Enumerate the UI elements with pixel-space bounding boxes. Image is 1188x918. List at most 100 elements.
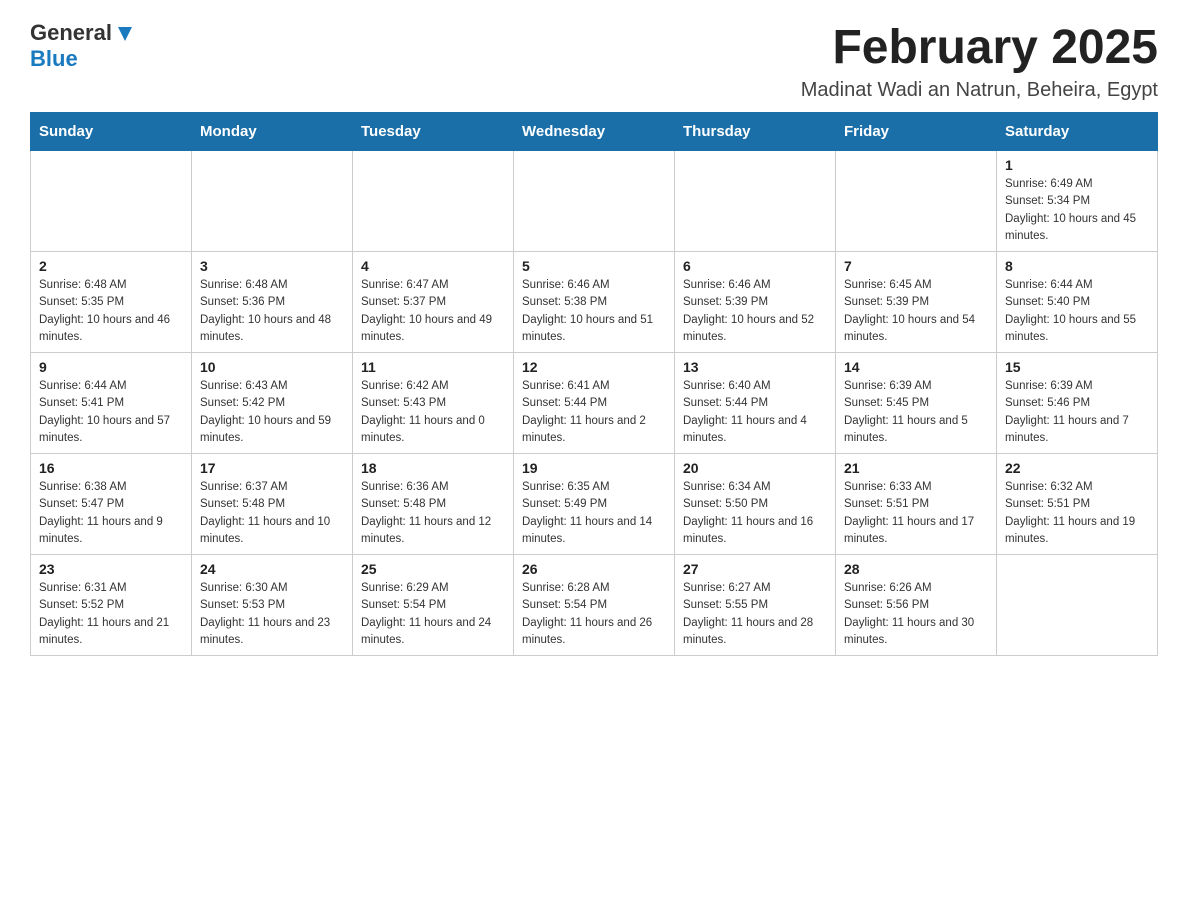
calendar-cell: 8Sunrise: 6:44 AMSunset: 5:40 PMDaylight…: [997, 252, 1158, 353]
day-number: 23: [39, 561, 183, 577]
header-day-monday: Monday: [192, 113, 353, 151]
day-number: 15: [1005, 359, 1149, 375]
day-info: Sunrise: 6:46 AMSunset: 5:38 PMDaylight:…: [522, 277, 666, 346]
calendar-cell: [675, 151, 836, 252]
calendar-cell: 16 Sunrise: 6:38 AMSunset: 5:47 PMDayligh…: [31, 454, 192, 555]
calendar-cell: 5 Sunrise: 6:46 AMSunset: 5:38 PMDaylight…: [514, 252, 675, 353]
calendar-cell: 12Sunrise: 6:41 AMSunset: 5:44 PMDayligh…: [514, 353, 675, 454]
calendar-cell: 9Sunrise: 6:44 AMSunset: 5:41 PMDaylight…: [31, 353, 192, 454]
day-info: Sunrise: 6:30 AMSunset: 5:53 PMDaylight:…: [200, 580, 344, 649]
day-number: 11: [361, 359, 505, 375]
page-header: General Blue February 2025 Madinat Wadi …: [30, 20, 1158, 102]
day-info: Sunrise: 6:48 AMSunset: 5:35 PMDaylight:…: [39, 277, 183, 346]
day-number: 22: [1005, 460, 1149, 476]
day-info: Sunrise: 6:47 AMSunset: 5:37 PMDaylight:…: [361, 277, 505, 346]
calendar-cell: 6Sunrise: 6:46 AMSunset: 5:39 PMDaylight…: [675, 252, 836, 353]
header-day-wednesday: Wednesday: [514, 113, 675, 151]
day-info: Sunrise: 6:45 AMSunset: 5:39 PMDaylight:…: [844, 277, 988, 346]
calendar-cell: 1 Sunrise: 6:49 AMSunset: 5:34 PMDaylight…: [997, 151, 1158, 252]
calendar-cell: 11 Sunrise: 6:42 AMSunset: 5:43 PMDayligh…: [353, 353, 514, 454]
calendar-header: SundayMondayTuesdayWednesdayThursdayFrid…: [31, 113, 1158, 151]
day-info: Sunrise: 6:42 AMSunset: 5:43 PMDaylight:…: [361, 378, 505, 447]
week-row-4: 16 Sunrise: 6:38 AMSunset: 5:47 PMDayligh…: [31, 454, 1158, 555]
header-day-tuesday: Tuesday: [353, 113, 514, 151]
day-number: 27: [683, 561, 827, 577]
day-info: Sunrise: 6:40 AMSunset: 5:44 PMDaylight:…: [683, 378, 827, 447]
calendar-cell: [31, 151, 192, 252]
day-info: Sunrise: 6:31 AMSunset: 5:52 PMDaylight:…: [39, 580, 183, 649]
day-number: 13: [683, 359, 827, 375]
calendar-cell: 24Sunrise: 6:30 AMSunset: 5:53 PMDayligh…: [192, 555, 353, 656]
day-info: Sunrise: 6:33 AMSunset: 5:51 PMDaylight:…: [844, 479, 988, 548]
day-info: Sunrise: 6:26 AMSunset: 5:56 PMDaylight:…: [844, 580, 988, 649]
day-number: 21: [844, 460, 988, 476]
calendar-table: SundayMondayTuesdayWednesdayThursdayFrid…: [30, 112, 1158, 656]
day-info: Sunrise: 6:34 AMSunset: 5:50 PMDaylight:…: [683, 479, 827, 548]
calendar-cell: 15 Sunrise: 6:39 AMSunset: 5:46 PMDayligh…: [997, 353, 1158, 454]
day-number: 5: [522, 258, 666, 274]
day-info: Sunrise: 6:28 AMSunset: 5:54 PMDaylight:…: [522, 580, 666, 649]
logo-blue-text: Blue: [30, 46, 78, 71]
day-number: 4: [361, 258, 505, 274]
day-number: 20: [683, 460, 827, 476]
header-row: SundayMondayTuesdayWednesdayThursdayFrid…: [31, 113, 1158, 151]
day-info: Sunrise: 6:38 AMSunset: 5:47 PMDaylight:…: [39, 479, 183, 548]
calendar-cell: 22 Sunrise: 6:32 AMSunset: 5:51 PMDayligh…: [997, 454, 1158, 555]
day-number: 17: [200, 460, 344, 476]
day-number: 2: [39, 258, 183, 274]
calendar-cell: [514, 151, 675, 252]
calendar-cell: 21 Sunrise: 6:33 AMSunset: 5:51 PMDayligh…: [836, 454, 997, 555]
day-info: Sunrise: 6:36 AMSunset: 5:48 PMDaylight:…: [361, 479, 505, 548]
day-info: Sunrise: 6:49 AMSunset: 5:34 PMDaylight:…: [1005, 176, 1149, 245]
day-info: Sunrise: 6:43 AMSunset: 5:42 PMDaylight:…: [200, 378, 344, 447]
calendar-cell: 14Sunrise: 6:39 AMSunset: 5:45 PMDayligh…: [836, 353, 997, 454]
day-number: 19: [522, 460, 666, 476]
header-day-saturday: Saturday: [997, 113, 1158, 151]
title-section: February 2025 Madinat Wadi an Natrun, Be…: [801, 20, 1158, 102]
calendar-cell: 27 Sunrise: 6:27 AMSunset: 5:55 PMDayligh…: [675, 555, 836, 656]
calendar-cell: 26 Sunrise: 6:28 AMSunset: 5:54 PMDayligh…: [514, 555, 675, 656]
month-title: February 2025: [801, 20, 1158, 75]
day-number: 25: [361, 561, 505, 577]
day-info: Sunrise: 6:39 AMSunset: 5:46 PMDaylight:…: [1005, 378, 1149, 447]
calendar-cell: 3Sunrise: 6:48 AMSunset: 5:36 PMDaylight…: [192, 252, 353, 353]
header-day-thursday: Thursday: [675, 113, 836, 151]
day-number: 26: [522, 561, 666, 577]
day-number: 10: [200, 359, 344, 375]
calendar-cell: [997, 555, 1158, 656]
calendar-cell: 7Sunrise: 6:45 AMSunset: 5:39 PMDaylight…: [836, 252, 997, 353]
day-number: 1: [1005, 157, 1149, 173]
logo-general-text: General: [30, 20, 112, 46]
day-info: Sunrise: 6:27 AMSunset: 5:55 PMDaylight:…: [683, 580, 827, 649]
calendar-cell: 18 Sunrise: 6:36 AMSunset: 5:48 PMDayligh…: [353, 454, 514, 555]
day-number: 14: [844, 359, 988, 375]
calendar-cell: 13 Sunrise: 6:40 AMSunset: 5:44 PMDayligh…: [675, 353, 836, 454]
day-info: Sunrise: 6:44 AMSunset: 5:40 PMDaylight:…: [1005, 277, 1149, 346]
day-info: Sunrise: 6:32 AMSunset: 5:51 PMDaylight:…: [1005, 479, 1149, 548]
day-info: Sunrise: 6:41 AMSunset: 5:44 PMDaylight:…: [522, 378, 666, 447]
header-day-friday: Friday: [836, 113, 997, 151]
calendar-cell: [353, 151, 514, 252]
day-info: Sunrise: 6:48 AMSunset: 5:36 PMDaylight:…: [200, 277, 344, 346]
calendar-cell: 28 Sunrise: 6:26 AMSunset: 5:56 PMDayligh…: [836, 555, 997, 656]
day-info: Sunrise: 6:35 AMSunset: 5:49 PMDaylight:…: [522, 479, 666, 548]
calendar-cell: 19 Sunrise: 6:35 AMSunset: 5:49 PMDayligh…: [514, 454, 675, 555]
day-number: 28: [844, 561, 988, 577]
day-info: Sunrise: 6:37 AMSunset: 5:48 PMDaylight:…: [200, 479, 344, 548]
day-number: 18: [361, 460, 505, 476]
calendar-cell: 25 Sunrise: 6:29 AMSunset: 5:54 PMDayligh…: [353, 555, 514, 656]
day-number: 16: [39, 460, 183, 476]
calendar-cell: 20 Sunrise: 6:34 AMSunset: 5:50 PMDayligh…: [675, 454, 836, 555]
week-row-1: 1 Sunrise: 6:49 AMSunset: 5:34 PMDaylight…: [31, 151, 1158, 252]
day-number: 9: [39, 359, 183, 375]
week-row-5: 23 Sunrise: 6:31 AMSunset: 5:52 PMDayligh…: [31, 555, 1158, 656]
calendar-cell: 4 Sunrise: 6:47 AMSunset: 5:37 PMDaylight…: [353, 252, 514, 353]
day-info: Sunrise: 6:29 AMSunset: 5:54 PMDaylight:…: [361, 580, 505, 649]
location-title: Madinat Wadi an Natrun, Beheira, Egypt: [801, 79, 1158, 102]
calendar-cell: [192, 151, 353, 252]
calendar-cell: 2 Sunrise: 6:48 AMSunset: 5:35 PMDaylight…: [31, 252, 192, 353]
calendar-cell: 23 Sunrise: 6:31 AMSunset: 5:52 PMDayligh…: [31, 555, 192, 656]
week-row-2: 2 Sunrise: 6:48 AMSunset: 5:35 PMDaylight…: [31, 252, 1158, 353]
calendar-body: 1 Sunrise: 6:49 AMSunset: 5:34 PMDaylight…: [31, 151, 1158, 656]
week-row-3: 9Sunrise: 6:44 AMSunset: 5:41 PMDaylight…: [31, 353, 1158, 454]
